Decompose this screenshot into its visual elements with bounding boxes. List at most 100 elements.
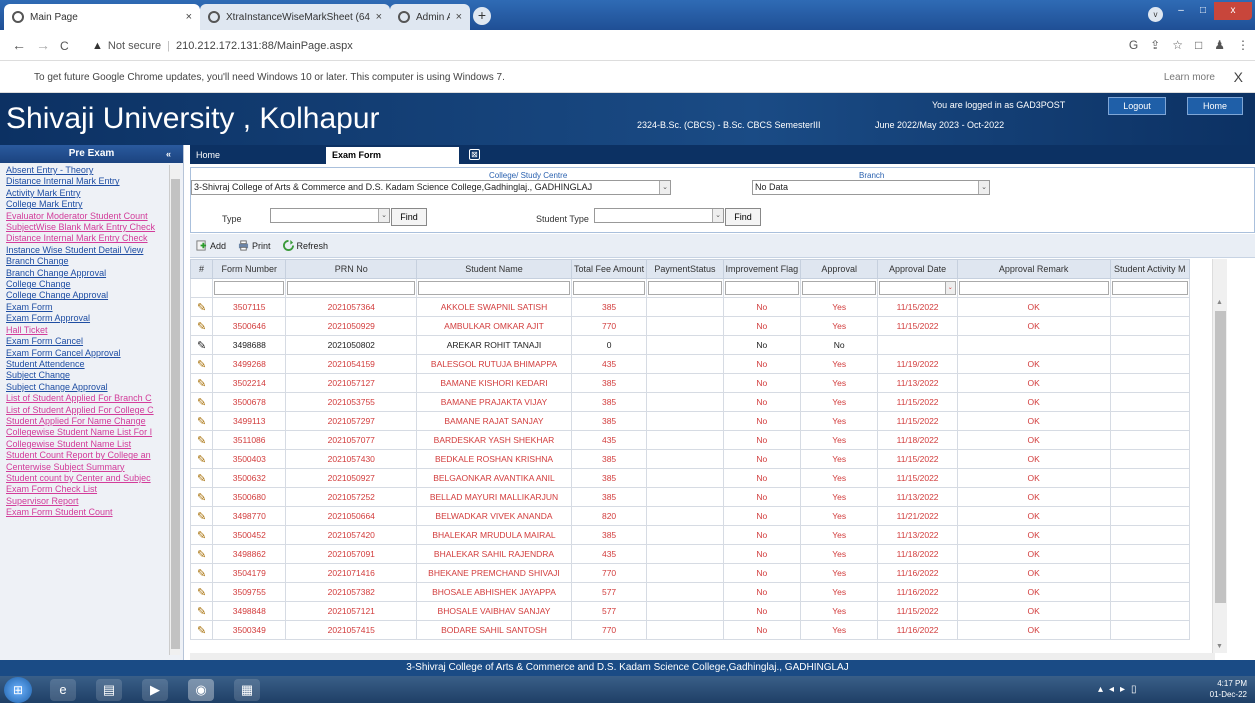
- column-header[interactable]: Approval Remark: [956, 259, 1111, 279]
- google-icon[interactable]: G: [1129, 38, 1138, 52]
- new-tab-button[interactable]: +: [473, 7, 491, 25]
- edit-pencil-icon[interactable]: ✎: [190, 411, 214, 431]
- sidebar-item[interactable]: SubjectWise Blank Mark Entry Check: [0, 222, 170, 233]
- windows-start-icon[interactable]: ⊞: [4, 677, 32, 703]
- home-button[interactable]: Home: [1187, 97, 1243, 115]
- chevron-down-icon[interactable]: ⌄: [659, 181, 670, 194]
- student-type-find-button[interactable]: Find: [725, 208, 761, 226]
- scroll-up-icon[interactable]: ▲: [1216, 299, 1223, 306]
- edit-pencil-icon[interactable]: ✎: [190, 620, 214, 640]
- column-filter-input[interactable]: [572, 281, 646, 295]
- chevron-down-icon[interactable]: ⌄: [978, 181, 989, 194]
- sidebar-item[interactable]: Student Attendence: [0, 359, 170, 370]
- internet-explorer-icon[interactable]: e: [50, 679, 76, 701]
- column-header[interactable]: Student Name: [416, 259, 572, 279]
- sidebar-item[interactable]: Absent Entry - Theory: [0, 165, 170, 176]
- edit-pencil-icon[interactable]: ✎: [190, 525, 214, 545]
- sidebar-item[interactable]: Exam Form: [0, 302, 170, 313]
- infobar-close-icon[interactable]: X: [1234, 69, 1243, 85]
- tab-close-icon[interactable]: ×: [186, 11, 192, 23]
- student-type-select[interactable]: ⌄: [594, 208, 724, 223]
- calculator-icon[interactable]: ▦: [234, 679, 260, 701]
- sidebar-scrollbar[interactable]: [169, 165, 180, 655]
- college-select[interactable]: 3-Shivraj College of Arts & Commerce and…: [191, 180, 671, 195]
- column-header[interactable]: PRN No: [285, 259, 418, 279]
- minimize-button[interactable]: –: [1170, 2, 1192, 20]
- profile-menu-icon[interactable]: v: [1148, 7, 1163, 22]
- edit-pencil-icon[interactable]: ✎: [190, 430, 214, 450]
- edit-pencil-icon[interactable]: ✎: [190, 297, 214, 317]
- chevron-down-icon[interactable]: ⌄: [944, 282, 955, 294]
- media-player-icon[interactable]: ▶: [142, 679, 168, 701]
- sidebar-item[interactable]: Exam Form Approval: [0, 313, 170, 324]
- tab-home[interactable]: Home: [190, 147, 226, 164]
- add-button[interactable]: Add: [196, 240, 226, 251]
- column-header[interactable]: PaymentStatus: [646, 259, 724, 279]
- share-icon[interactable]: ⇪: [1150, 38, 1160, 52]
- table-row[interactable]: ✎ 3509755 2021057382 BHOSALE ABHISHEK JAYAP…: [190, 582, 1191, 602]
- sidebar-item[interactable]: Distance Internal Mark Entry: [0, 176, 170, 187]
- table-row[interactable]: ✎ 3498770 2021050664 BELWADKAR VIVEK ANANDA…: [190, 506, 1191, 526]
- column-header[interactable]: #: [190, 259, 214, 279]
- column-header[interactable]: Total Fee Amount: [570, 259, 648, 279]
- column-filter-input[interactable]: [958, 281, 1109, 295]
- sidebar-item[interactable]: Distance Internal Mark Entry Check: [0, 233, 170, 244]
- edit-pencil-icon[interactable]: ✎: [190, 582, 214, 602]
- column-filter-input[interactable]: [724, 281, 799, 295]
- print-button[interactable]: Print: [238, 240, 271, 251]
- table-row[interactable]: ✎ 3499268 2021054159 BALESGOL RUTUJA BHIMAP…: [190, 354, 1191, 374]
- sidebar-item[interactable]: College Change: [0, 279, 170, 290]
- sidebar-item[interactable]: Collegewise Student Name List For I: [0, 427, 170, 438]
- edit-pencil-icon[interactable]: ✎: [190, 468, 214, 488]
- sidebar-item[interactable]: List of Student Applied For Branch C: [0, 393, 170, 404]
- edit-pencil-icon[interactable]: ✎: [190, 487, 214, 507]
- table-row[interactable]: ✎ 3500452 2021057420 BHALEKAR MRUDULA MAIRA…: [190, 525, 1191, 545]
- table-row[interactable]: ✎ 3499113 2021057297 BAMANE RAJAT SANJAY 385…: [190, 411, 1191, 431]
- table-row[interactable]: ✎ 3500349 2021057415 BODARE SAHIL SANTOSH 77…: [190, 620, 1191, 640]
- sidebar-item[interactable]: Hall Ticket: [0, 325, 170, 336]
- column-header[interactable]: Approval Date: [877, 259, 958, 279]
- sidebar-item[interactable]: Student count by Center and Subjec: [0, 473, 170, 484]
- sidebar-item[interactable]: Instance Wise Student Detail View: [0, 245, 170, 256]
- collapse-icon[interactable]: «: [166, 145, 171, 163]
- chevron-down-icon[interactable]: ⌄: [712, 209, 723, 222]
- column-filter-input[interactable]: [287, 281, 416, 295]
- sidebar-item[interactable]: College Change Approval: [0, 290, 170, 301]
- table-row[interactable]: ✎ 3500680 2021057252 BELLAD MAYURI MALLIKAR…: [190, 487, 1191, 507]
- edit-pencil-icon[interactable]: ✎: [190, 449, 214, 469]
- back-icon[interactable]: ←: [12, 37, 26, 53]
- edit-pencil-icon[interactable]: ✎: [190, 354, 214, 374]
- edit-pencil-icon[interactable]: ✎: [190, 335, 214, 355]
- column-filter-input[interactable]: [418, 281, 570, 295]
- forward-icon[interactable]: →: [36, 37, 50, 53]
- sidebar-item[interactable]: Exam Form Check List: [0, 484, 170, 495]
- close-window-button[interactable]: x: [1214, 2, 1252, 20]
- sidebar-item[interactable]: Supervisor Report: [0, 496, 170, 507]
- tab-close-icon[interactable]: ×: [456, 11, 462, 23]
- profile-icon[interactable]: ♟: [1214, 38, 1225, 52]
- chevron-down-icon[interactable]: ⌄: [378, 209, 389, 222]
- chrome-taskbar-icon[interactable]: ◉: [188, 679, 214, 701]
- column-filter-dropdown[interactable]: ⌄: [879, 281, 956, 295]
- tab-exam-form[interactable]: Exam Form: [326, 147, 459, 164]
- sidebar-item[interactable]: Exam Form Student Count: [0, 507, 170, 518]
- sidebar-item[interactable]: College Mark Entry: [0, 199, 170, 210]
- scrollbar-thumb[interactable]: [171, 179, 180, 649]
- column-filter-input[interactable]: [648, 281, 722, 295]
- tab-close-icon[interactable]: ×: [376, 11, 382, 23]
- browser-tab-main-page[interactable]: Main Page ×: [4, 4, 200, 30]
- refresh-button[interactable]: Refresh: [282, 240, 328, 251]
- edit-pencil-icon[interactable]: ✎: [190, 544, 214, 564]
- sidebar-item[interactable]: Student Applied For Name Change: [0, 416, 170, 427]
- type-select[interactable]: ⌄: [270, 208, 390, 223]
- grid-vertical-scrollbar[interactable]: ▲ ▼: [1212, 259, 1227, 653]
- branch-select[interactable]: No Data ⌄: [752, 180, 990, 195]
- sidebar-item[interactable]: Exam Form Cancel Approval: [0, 348, 170, 359]
- reload-icon[interactable]: C: [60, 39, 69, 53]
- sidebar-item[interactable]: Student Count Report by College an: [0, 450, 170, 461]
- table-row[interactable]: ✎ 3500646 2021050929 AMBULKAR OMKAR AJIT 770…: [190, 316, 1191, 336]
- column-filter-input[interactable]: [214, 281, 285, 295]
- column-filter-input[interactable]: [1111, 281, 1188, 295]
- table-row[interactable]: ✎ 3500632 2021050927 BELGAONKAR AVANTIKA AN…: [190, 468, 1191, 488]
- sidebar-item[interactable]: Evaluator Moderator Student Count: [0, 211, 170, 222]
